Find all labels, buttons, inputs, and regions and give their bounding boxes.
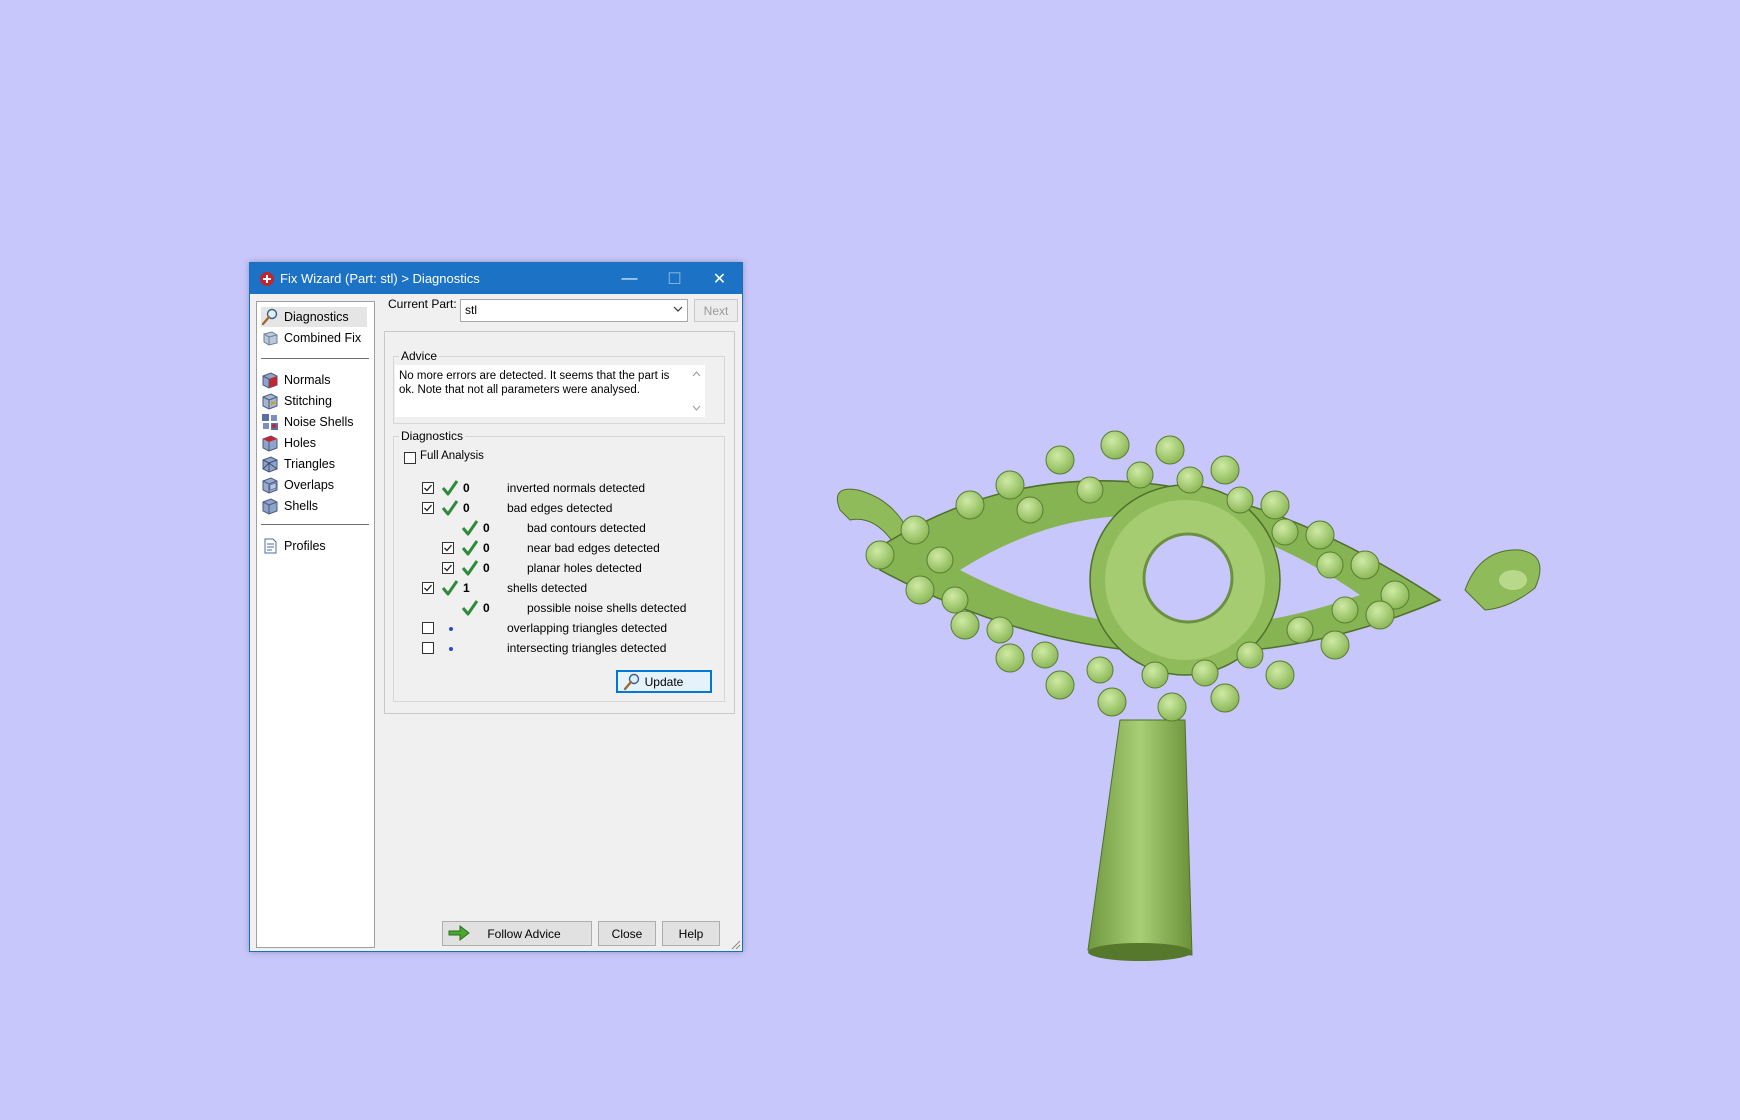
- scroll-down-icon[interactable]: [692, 405, 701, 411]
- current-part-select[interactable]: stl: [460, 299, 688, 322]
- advice-text: No more errors are detected. It seems th…: [399, 370, 670, 396]
- nav-item-combined-fix[interactable]: Combined Fix: [261, 328, 367, 348]
- current-part-label: Current Part:: [388, 297, 457, 311]
- nav-item-stitching[interactable]: Stitching: [261, 391, 367, 411]
- nav-separator: [261, 358, 369, 359]
- stitching-cube-icon: [262, 393, 278, 410]
- green-check-icon: [441, 480, 459, 496]
- green-check-icon: [461, 540, 479, 556]
- close-button[interactable]: Close: [598, 921, 656, 946]
- count-value: 0: [463, 481, 470, 495]
- green-arrow-icon: [448, 924, 470, 942]
- close-window-button[interactable]: ✕: [697, 263, 742, 294]
- content-panel: Advice No more errors are detected. It s…: [384, 331, 735, 714]
- nav-item-triangles[interactable]: Triangles: [261, 454, 367, 474]
- normals-cube-icon: [262, 372, 278, 389]
- nav-item-diagnostics[interactable]: Diagnostics: [261, 307, 367, 327]
- title-bar[interactable]: Fix Wizard (Part: stl) > Diagnostics — ☐…: [250, 263, 742, 294]
- inverted-normals-checkbox[interactable]: [422, 482, 434, 494]
- magnifier-icon: [623, 673, 640, 691]
- near-bad-edges-checkbox[interactable]: [442, 542, 454, 554]
- full-analysis-label: Full Analysis: [420, 450, 484, 462]
- nav-separator: [261, 524, 369, 525]
- pending-dot-icon: [449, 647, 453, 651]
- planar-holes-checkbox[interactable]: [442, 562, 454, 574]
- fix-wizard-dialog: Fix Wizard (Part: stl) > Diagnostics — ☐…: [249, 262, 743, 952]
- resize-grip-icon[interactable]: [729, 938, 741, 950]
- follow-advice-button[interactable]: Follow Advice: [442, 921, 592, 946]
- checkmark-icon: [444, 544, 453, 552]
- scroll-up-icon[interactable]: [692, 371, 701, 377]
- nav-item-overlaps[interactable]: Overlaps: [261, 475, 367, 495]
- green-check-icon: [441, 500, 459, 516]
- diagnostic-label: overlapping triangles detected: [507, 621, 668, 635]
- noise-shells-icon: [262, 414, 278, 430]
- advice-text-area[interactable]: No more errors are detected. It seems th…: [395, 365, 705, 417]
- green-check-icon: [461, 560, 479, 576]
- overlapping-triangles-checkbox[interactable]: [422, 622, 434, 634]
- checkmark-icon: [424, 584, 433, 592]
- app-logo-icon: [260, 272, 274, 286]
- count-value: 0: [483, 601, 490, 615]
- overlaps-cube-icon: [262, 477, 278, 494]
- advice-title: Advice: [399, 349, 440, 363]
- full-analysis-checkbox[interactable]: [404, 452, 416, 464]
- help-button[interactable]: Help: [662, 921, 720, 946]
- next-button[interactable]: Next: [694, 299, 738, 322]
- update-button[interactable]: Update: [616, 670, 712, 693]
- count-value: 0: [463, 501, 470, 515]
- count-value: 0: [483, 561, 490, 575]
- diagnostic-label: planar holes detected: [527, 561, 642, 575]
- 3d-viewport[interactable]: Fix Wizard (Part: stl) > Diagnostics — ☐…: [0, 0, 1740, 1120]
- window-title: Fix Wizard (Part: stl) > Diagnostics: [280, 271, 480, 286]
- nav-item-holes[interactable]: Holes: [261, 433, 367, 453]
- pending-dot-icon: [449, 627, 453, 631]
- shells-checkbox[interactable]: [422, 582, 434, 594]
- nav-item-profiles[interactable]: Profiles: [261, 536, 367, 556]
- count-value: 1: [463, 581, 470, 595]
- checkmark-icon: [424, 504, 433, 512]
- wizard-nav: Diagnostics Combined Fix Normals Stitchi…: [256, 301, 375, 948]
- diagnostic-label: intersecting triangles detected: [507, 641, 667, 655]
- green-check-icon: [461, 520, 479, 536]
- profiles-icon: [264, 538, 277, 554]
- bad-edges-checkbox[interactable]: [422, 502, 434, 514]
- nav-item-noise-shells[interactable]: Noise Shells: [261, 412, 367, 432]
- nav-item-normals[interactable]: Normals: [261, 370, 367, 390]
- checkmark-icon: [424, 484, 433, 492]
- diagnostics-title: Diagnostics: [399, 429, 466, 443]
- intersecting-triangles-checkbox[interactable]: [422, 642, 434, 654]
- magnifier-icon: [261, 308, 278, 326]
- green-check-icon: [441, 580, 459, 596]
- diagnostic-label: shells detected: [507, 581, 588, 595]
- triangles-cube-icon: [262, 456, 278, 473]
- checkmark-icon: [444, 564, 453, 572]
- minimize-button[interactable]: —: [607, 263, 652, 294]
- diagnostic-label: near bad edges detected: [527, 541, 660, 555]
- cube-icon: [263, 331, 278, 346]
- diagnostic-label: possible noise shells detected: [527, 601, 687, 615]
- shells-cube-icon: [262, 498, 278, 515]
- green-check-icon: [461, 600, 479, 616]
- diagnostic-label: inverted normals detected: [507, 481, 646, 495]
- count-value: 0: [483, 541, 490, 555]
- maximize-button[interactable]: ☐: [652, 263, 697, 294]
- diagnostic-label: bad contours detected: [527, 521, 646, 535]
- count-value: 0: [483, 521, 490, 535]
- holes-cube-icon: [262, 435, 278, 452]
- eye-pendant-model[interactable]: [820, 430, 1550, 970]
- diagnostic-label: bad edges detected: [507, 501, 613, 515]
- chevron-down-icon: [673, 306, 683, 312]
- nav-item-shells[interactable]: Shells: [261, 496, 367, 516]
